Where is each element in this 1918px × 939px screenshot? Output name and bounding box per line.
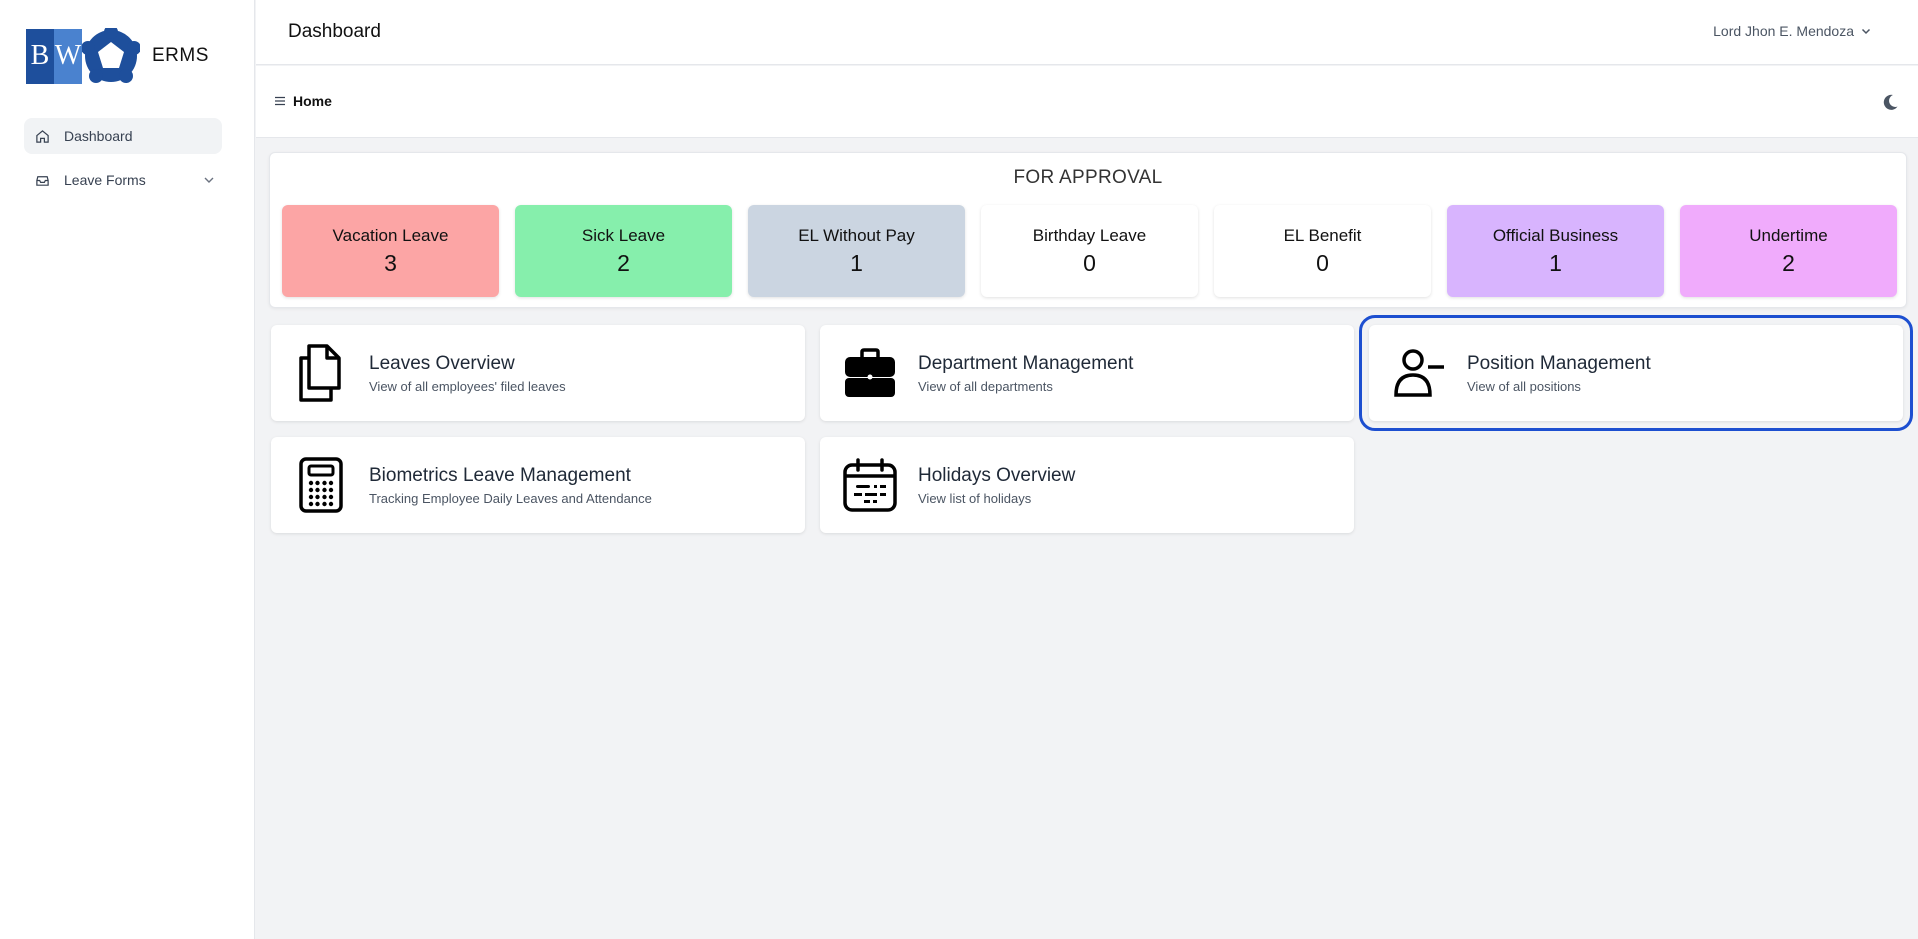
approval-tile-count: 0 — [1316, 249, 1329, 276]
home-icon — [34, 128, 50, 144]
brand-name: ERMS — [152, 45, 209, 66]
brand[interactable]: B W ERMS — [26, 28, 209, 84]
approval-tile-label: Birthday Leave — [1032, 225, 1147, 245]
card-title: Holidays Overview — [918, 464, 1076, 486]
approval-tile-sick-leave[interactable]: Sick Leave 2 — [515, 205, 732, 297]
card-subtitle: View of all departments — [918, 378, 1053, 394]
user-minus-icon — [1389, 343, 1449, 403]
approval-tile-label: Undertime — [1749, 225, 1828, 245]
sidebar-item-label: Leave Forms — [64, 172, 146, 188]
documents-icon — [291, 343, 351, 403]
card-subtitle: View of all employees' filed leaves — [369, 378, 566, 394]
approval-tile-count: 2 — [1782, 249, 1795, 276]
for-approval-panel: FOR APPROVAL Vacation Leave 3 Sick Leave 2 E… — [269, 152, 1907, 308]
briefcase-icon — [840, 343, 900, 403]
card-text: Holidays Overview View list of holidays — [918, 465, 1075, 506]
inbox-icon — [34, 172, 50, 188]
approval-tile-vacation-leave[interactable]: Vacation Leave 3 — [282, 205, 499, 297]
approval-tile-count: 0 — [1083, 249, 1096, 276]
approval-tile-count: 2 — [617, 249, 630, 276]
card-title: Biometrics Leave Management — [369, 464, 631, 486]
card-title: Department Management — [918, 352, 1134, 374]
card-text: Leaves Overview View of all employees' fi… — [369, 353, 566, 394]
menu-icon[interactable] — [273, 94, 287, 108]
card-subtitle: View list of holidays — [918, 490, 1032, 506]
sidebar-item-dashboard[interactable]: Dashboard — [24, 118, 222, 154]
card-text: Department Management View of all departm… — [918, 353, 1133, 394]
approval-tile-count: 1 — [1549, 249, 1562, 276]
card-subtitle: View of all positions — [1467, 378, 1581, 394]
approval-tile-label: EL Benefit — [1283, 225, 1362, 245]
leaves-overview-card[interactable]: Leaves Overview View of all employees' fi… — [271, 325, 805, 421]
department-management-card[interactable]: Department Management View of all departm… — [820, 325, 1354, 421]
sidebar-nav: Dashboard Leave Forms — [24, 118, 222, 206]
logo: B W — [26, 28, 82, 84]
card-title: Position Management — [1467, 352, 1651, 374]
approval-tile-label: Official Business — [1492, 225, 1619, 245]
sidebar-item-label: Dashboard — [64, 128, 133, 144]
page-title: Dashboard — [288, 21, 381, 42]
approval-tile-birthday-leave[interactable]: Birthday Leave 0 — [981, 205, 1198, 297]
card-text: Position Management View of all positions — [1467, 353, 1651, 394]
approval-tile-label: Vacation Leave — [332, 225, 449, 245]
calculator-icon — [291, 455, 351, 515]
user-name: Lord Jhon E. Mendoza — [1713, 23, 1854, 39]
seal-logo-icon — [82, 28, 140, 83]
approval-tile-undertime[interactable]: Undertime 2 — [1680, 205, 1897, 297]
sidebar-item-leave-forms[interactable]: Leave Forms — [24, 162, 222, 198]
calendar-icon — [840, 455, 900, 515]
card-subtitle: Tracking Employee Daily Leaves and Atten… — [369, 490, 652, 506]
approval-tiles: Vacation Leave 3 Sick Leave 2 EL Without Pay… — [282, 205, 1897, 297]
logo-letter-w: W — [54, 28, 82, 84]
card-title: Leaves Overview — [369, 352, 515, 374]
breadcrumb-bar: Home — [256, 66, 1918, 138]
position-management-card[interactable]: Position Management View of all positions — [1359, 315, 1913, 431]
approval-tile-el-without-pay[interactable]: EL Without Pay 1 — [748, 205, 965, 297]
logo-letter-b: B — [26, 28, 54, 84]
approval-tile-label: Sick Leave — [581, 225, 666, 245]
holidays-overview-card[interactable]: Holidays Overview View list of holidays — [820, 437, 1354, 533]
approval-tile-count: 1 — [850, 249, 863, 276]
approval-tile-count: 3 — [384, 249, 397, 276]
top-bar: Dashboard Lord Jhon E. Mendoza — [256, 0, 1918, 65]
card-text: Biometrics Leave Management Tracking Empl… — [369, 465, 652, 506]
chevron-down-icon — [204, 177, 214, 183]
user-menu[interactable]: Lord Jhon E. Mendoza — [1713, 23, 1872, 39]
for-approval-heading: FOR APPROVAL — [1013, 167, 1163, 188]
approval-tile-official-business[interactable]: Official Business 1 — [1447, 205, 1664, 297]
moon-icon[interactable] — [1880, 92, 1900, 112]
chevron-down-icon — [1861, 28, 1871, 35]
breadcrumb: Home — [273, 93, 332, 109]
approval-tile-label: EL Without Pay — [798, 225, 915, 245]
approval-tile-el-benefit[interactable]: EL Benefit 0 — [1214, 205, 1431, 297]
biometrics-leave-management-card[interactable]: Biometrics Leave Management Tracking Empl… — [271, 437, 805, 533]
breadcrumb-home[interactable]: Home — [293, 93, 332, 109]
sidebar: B W ERMS Dashboard Leave Forms — [0, 0, 255, 939]
